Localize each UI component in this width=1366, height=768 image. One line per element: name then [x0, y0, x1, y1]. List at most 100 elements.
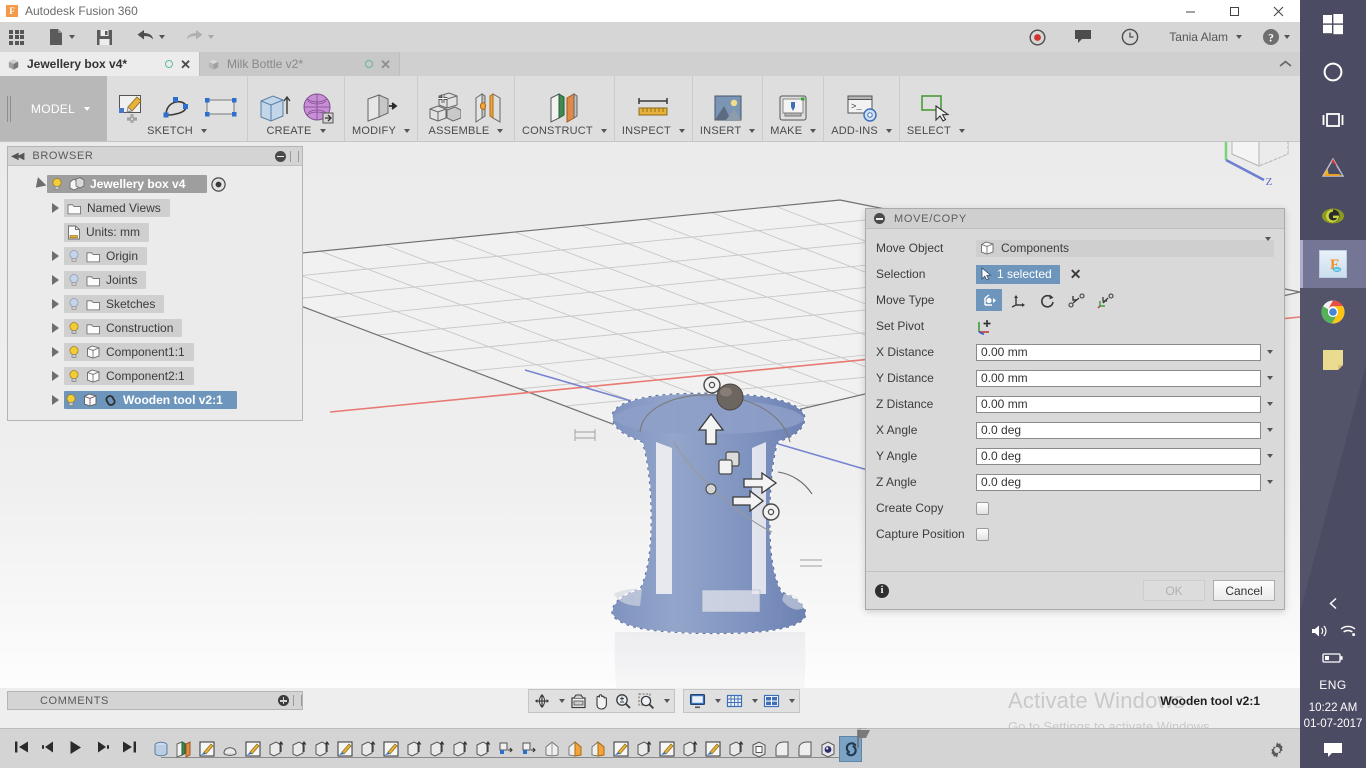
expand-arrow-icon[interactable]: [49, 370, 62, 383]
press-pull-icon[interactable]: [362, 91, 400, 125]
timeline-feature[interactable]: [793, 736, 816, 762]
circle-minus-icon[interactable]: [275, 150, 286, 162]
ribbon-group-label-construct[interactable]: CONSTRUCT: [522, 125, 607, 138]
y-distance-dropdown[interactable]: [1261, 376, 1274, 380]
move-type-free-move-button[interactable]: [976, 289, 1002, 311]
timeline-feature[interactable]: [448, 736, 471, 762]
rotate-handle-top[interactable]: [703, 376, 721, 394]
tree-item-origin[interactable]: Origin: [8, 244, 302, 268]
measure-ruler-icon[interactable]: [634, 91, 672, 125]
battery-button[interactable]: [1322, 652, 1344, 667]
timeline-feature[interactable]: [356, 736, 379, 762]
tree-item-sketches[interactable]: Sketches: [8, 292, 302, 316]
clock[interactable]: 10:22 AM 01-07-2017: [1304, 700, 1363, 732]
timeline-feature[interactable]: [770, 736, 793, 762]
extrude-icon[interactable]: [255, 91, 293, 125]
timeline-feature[interactable]: [632, 736, 655, 762]
timeline-feature[interactable]: [701, 736, 724, 762]
view-cube[interactable]: FRONT X Y Z: [1196, 142, 1300, 193]
tree-item-wooden-tool[interactable]: Wooden tool v2:1: [8, 388, 302, 412]
timeline-feature[interactable]: [563, 736, 586, 762]
volume-button[interactable]: [1310, 623, 1329, 642]
user-account-button[interactable]: Tania Alam: [1159, 22, 1248, 52]
start-button[interactable]: [1300, 0, 1366, 48]
dialog-title-bar[interactable]: MOVE/COPY: [866, 209, 1284, 229]
timeline-feature[interactable]: [379, 736, 402, 762]
action-center-button[interactable]: [1323, 742, 1343, 762]
display-settings-dropdown[interactable]: [709, 690, 723, 712]
collapse-panel-icon[interactable]: ◀◀: [11, 151, 24, 162]
ribbon-group-label-make[interactable]: MAKE: [770, 125, 817, 138]
zoom-dropdown[interactable]: [658, 690, 672, 712]
rectangle-icon[interactable]: [202, 91, 240, 125]
selection-button[interactable]: 1 selected: [976, 264, 1060, 284]
tree-item-named-views[interactable]: Named Views: [8, 196, 302, 220]
timeline-feature[interactable]: [540, 736, 563, 762]
ribbon-grip[interactable]: [0, 76, 14, 141]
tree-item-units[interactable]: Units: mm: [8, 220, 302, 244]
cancel-button[interactable]: Cancel: [1213, 580, 1275, 601]
expand-arrow-icon[interactable]: [49, 322, 62, 335]
move-type-translate-button[interactable]: [1005, 289, 1031, 311]
move-type-rotate-button[interactable]: [1034, 289, 1060, 311]
zoom-button[interactable]: [612, 690, 635, 712]
visibility-bulb-icon[interactable]: [67, 297, 81, 311]
document-tab-milk-bottle[interactable]: Milk Bottle v2* ✕: [200, 52, 400, 76]
y-distance-input[interactable]: 0.00 mm: [976, 369, 1261, 387]
orbit-dropdown[interactable]: [553, 690, 567, 712]
ribbon-group-label-addins[interactable]: ADD-INS: [831, 125, 892, 138]
viewports-button[interactable]: [760, 690, 783, 712]
ribbon-group-label-insert[interactable]: INSERT: [700, 125, 756, 138]
move-type-point-to-position-button[interactable]: [1092, 289, 1118, 311]
job-status-button[interactable]: [1115, 22, 1145, 52]
workspace-selector[interactable]: MODEL: [14, 76, 107, 141]
timeline-feature[interactable]: [425, 736, 448, 762]
rotate-handle-right[interactable]: [762, 503, 780, 521]
timeline-feature[interactable]: [724, 736, 747, 762]
activate-component-icon[interactable]: [211, 176, 227, 192]
timeline-feature[interactable]: [816, 736, 839, 762]
redo-button[interactable]: [179, 22, 220, 52]
pan-button[interactable]: [590, 690, 612, 712]
cortana-button[interactable]: [1300, 48, 1366, 96]
create-copy-checkbox[interactable]: [976, 501, 989, 515]
z-distance-dropdown[interactable]: [1261, 402, 1274, 406]
x-distance-dropdown[interactable]: [1261, 350, 1274, 354]
construct-plane-icon[interactable]: [545, 91, 583, 125]
timeline-feature[interactable]: [517, 736, 540, 762]
timeline-feature[interactable]: [218, 736, 241, 762]
expand-tray-button[interactable]: [1327, 597, 1340, 613]
new-component-icon[interactable]: [425, 91, 463, 125]
expand-arrow-icon[interactable]: [31, 176, 46, 192]
timeline-feature[interactable]: [333, 736, 356, 762]
visibility-bulb-icon[interactable]: [67, 249, 81, 263]
timeline-feature[interactable]: [195, 736, 218, 762]
panel-resize-grip[interactable]: [293, 695, 302, 706]
comments-button[interactable]: [1068, 22, 1099, 52]
visibility-bulb-icon[interactable]: [67, 369, 81, 383]
play-button[interactable]: [68, 740, 83, 758]
close-icon[interactable]: ✕: [380, 58, 391, 71]
viewports-dropdown[interactable]: [783, 690, 797, 712]
look-at-button[interactable]: [567, 690, 590, 712]
insert-image-icon[interactable]: [709, 91, 747, 125]
expand-arrow-icon[interactable]: [49, 394, 62, 407]
panel-resize-grip[interactable]: [290, 150, 299, 162]
spline-icon[interactable]: [158, 91, 196, 125]
expand-arrow-icon[interactable]: [49, 298, 62, 311]
language-indicator[interactable]: ENG: [1319, 678, 1347, 692]
ribbon-group-label-select[interactable]: SELECT: [907, 125, 965, 138]
grammarly-button[interactable]: [1300, 192, 1366, 240]
joint-icon[interactable]: [469, 91, 507, 125]
scripts-addins-icon[interactable]: >_: [843, 91, 881, 125]
save-button[interactable]: [90, 22, 119, 52]
move-object-combo[interactable]: Components: [976, 237, 1274, 257]
create-sketch-icon[interactable]: [114, 91, 152, 125]
3d-print-icon[interactable]: [774, 91, 812, 125]
timeline-feature[interactable]: [747, 736, 770, 762]
timeline-feature[interactable]: [287, 736, 310, 762]
tree-item-root[interactable]: Jewellery box v4: [8, 172, 302, 196]
new-file-button[interactable]: [42, 22, 81, 52]
tree-item-component2[interactable]: Component2:1: [8, 364, 302, 388]
timeline-feature[interactable]: [655, 736, 678, 762]
